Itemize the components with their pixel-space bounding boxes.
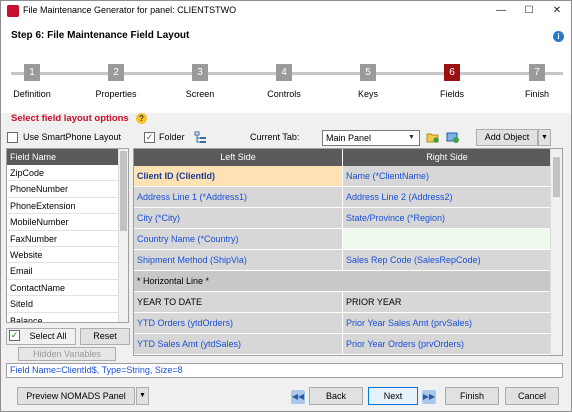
step-6-label: Fields — [439, 89, 464, 99]
preview-panel-button[interactable]: Preview NOMADS Panel — [17, 387, 135, 405]
grid-cell[interactable]: Name (*ClientName) — [343, 166, 551, 187]
smartphone-checkbox[interactable] — [7, 132, 18, 143]
step-header: Step 6: File Maintenance Field Layout i … — [1, 21, 571, 113]
next-button[interactable]: Next — [368, 387, 418, 405]
step-title: Step 6: File Maintenance Field Layout — [11, 30, 190, 41]
step-2[interactable]: 2 — [108, 64, 124, 81]
current-tab-label: Current Tab: — [250, 132, 300, 142]
list-item[interactable]: SiteId — [7, 296, 128, 313]
add-object-dropdown[interactable]: ▼ — [538, 129, 551, 146]
status-bar: Field Name=ClientId$, Type=String, Size=… — [6, 363, 563, 378]
list-item[interactable]: PhoneNumber — [7, 181, 128, 198]
list-item[interactable]: ContactName — [7, 280, 128, 297]
info-icon[interactable]: i — [553, 31, 564, 42]
first-page-icon[interactable]: ◀◀ — [291, 390, 305, 404]
grid-cell[interactable]: Sales Rep Code (SalesRepCode) — [343, 250, 551, 271]
grid-cell[interactable]: PRIOR YEAR — [343, 292, 551, 313]
smartphone-label: Use SmartPhone Layout — [23, 132, 122, 142]
grid-cell[interactable]: State/Province (*Region) — [343, 208, 551, 229]
chevron-down-icon[interactable]: ▼ — [405, 132, 418, 144]
grid-cell[interactable]: City (*City) — [134, 208, 342, 229]
title-bar: File Maintenance Generator for panel: CL… — [1, 1, 571, 21]
select-all-button[interactable]: Select All — [6, 328, 76, 345]
hidden-variables-button[interactable]: Hidden Variables — [18, 347, 116, 361]
field-list: Field Name ZipCode PhoneNumber PhoneExte… — [6, 148, 129, 323]
cancel-button[interactable]: Cancel — [505, 387, 559, 405]
list-item[interactable]: FaxNumber — [7, 231, 128, 247]
list-item[interactable]: PhoneExtension — [7, 198, 128, 215]
step-4-label: Controls — [267, 89, 301, 99]
back-button[interactable]: Back — [309, 387, 363, 405]
horizontal-line-row[interactable]: * Horizontal Line * — [134, 271, 551, 292]
step-6[interactable]: 6 — [444, 64, 460, 81]
step-3-label: Screen — [185, 89, 215, 99]
grid-cell[interactable]: Address Line 2 (Address2) — [343, 187, 551, 208]
grid-scrollbar[interactable] — [550, 149, 562, 355]
app-icon — [7, 5, 19, 17]
step-7-label: Finish — [524, 89, 549, 99]
step-4[interactable]: 4 — [276, 64, 292, 81]
help-icon[interactable]: ? — [136, 113, 147, 124]
finish-button[interactable]: Finish — [445, 387, 499, 405]
last-page-icon[interactable]: ▶▶ — [422, 390, 436, 404]
layout-grid: Left Side Right Side Client ID (ClientId… — [133, 148, 563, 356]
select-all-label: Select All — [29, 331, 67, 341]
grid-cell[interactable]: Client ID (ClientId) — [134, 166, 342, 187]
grid-cell[interactable]: Address Line 1 (*Address1) — [134, 187, 342, 208]
list-item[interactable]: Website — [7, 247, 128, 264]
step-5[interactable]: 5 — [360, 64, 376, 81]
step-2-label: Properties — [95, 89, 137, 99]
field-list-scrollbar[interactable] — [118, 149, 128, 322]
list-item[interactable]: Email — [7, 263, 128, 280]
current-tab-select[interactable]: Main Panel ▼ — [322, 130, 420, 146]
tree-view-icon[interactable] — [194, 131, 207, 144]
right-side-header: Right Side — [343, 149, 551, 166]
folder-add-icon[interactable] — [426, 131, 439, 144]
grid-cell[interactable]: Shipment Method (ShipVia) — [134, 250, 342, 271]
minimize-icon[interactable]: — — [487, 1, 515, 21]
grid-cell[interactable]: Prior Year Sales Amt (prvSales) — [343, 313, 551, 334]
step-3[interactable]: 3 — [192, 64, 208, 81]
maximize-icon[interactable]: ☐ — [515, 1, 543, 21]
reset-button[interactable]: Reset — [80, 328, 130, 345]
panel-settings-icon[interactable] — [446, 131, 460, 144]
grid-cell-empty[interactable] — [343, 229, 551, 250]
current-tab-value: Main Panel — [326, 133, 372, 143]
list-item[interactable]: MobileNumber — [7, 214, 128, 231]
button-bar: Preview NOMADS Panel ▼ ◀◀ Back Next ▶▶ F… — [1, 384, 571, 411]
main-window: File Maintenance Generator for panel: CL… — [0, 0, 572, 412]
grid-cell[interactable]: Prior Year Orders (prvOrders) — [343, 334, 551, 355]
step-1-label: Definition — [13, 89, 51, 99]
grid-cell[interactable]: YTD Orders (ytdOrders) — [134, 313, 342, 334]
add-object-button[interactable]: Add Object — [476, 129, 538, 146]
left-side-header: Left Side — [134, 149, 342, 166]
field-list-header: Field Name — [7, 149, 128, 165]
section-label: Select field layout options — [11, 113, 129, 124]
list-item[interactable]: Balance — [7, 313, 128, 322]
window-title: File Maintenance Generator for panel: CL… — [23, 5, 237, 15]
grid-cell[interactable]: YEAR TO DATE — [134, 292, 342, 313]
list-item[interactable]: ZipCode — [7, 165, 128, 182]
close-icon[interactable]: ✕ — [543, 1, 571, 21]
step-7[interactable]: 7 — [529, 64, 545, 81]
preview-dropdown[interactable]: ▼ — [136, 387, 149, 405]
grid-cell[interactable]: YTD Sales Amt (ytdSales) — [134, 334, 342, 355]
grid-cell[interactable]: Country Name (*Country) — [134, 229, 342, 250]
folder-checkbox[interactable]: ✓ — [144, 132, 155, 143]
step-1[interactable]: 1 — [24, 64, 40, 81]
step-5-label: Keys — [357, 89, 378, 99]
folder-label: Folder — [159, 132, 185, 142]
